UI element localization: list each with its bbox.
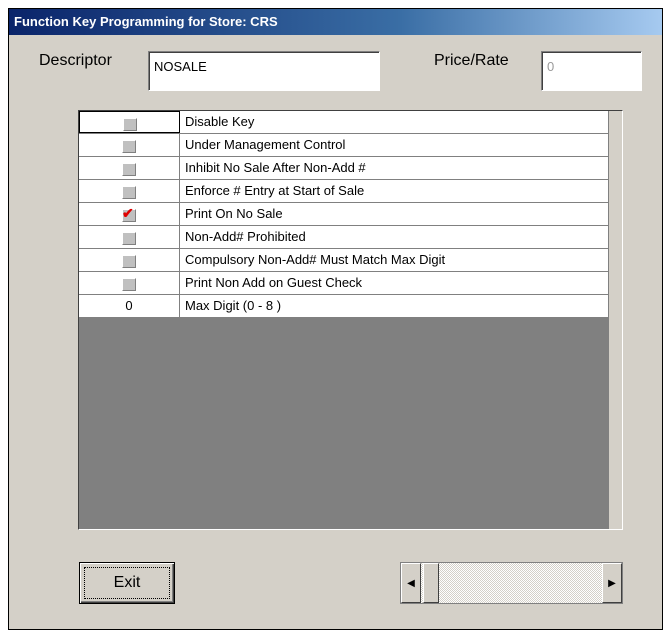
options-rows: Disable Key Under Management Control Inhib… xyxy=(79,111,609,318)
function-key-window: Function Key Programming for Store: CRS … xyxy=(8,8,663,630)
focus-rect xyxy=(84,567,170,599)
option-checkbox-cell[interactable] xyxy=(79,226,180,248)
option-label: Max Digit (0 - 8 ) xyxy=(185,298,282,313)
option-checkbox-cell[interactable]: ✔ xyxy=(79,203,180,225)
option-row: Under Management Control xyxy=(79,134,609,157)
option-checkbox-cell[interactable] xyxy=(79,111,180,133)
checkbox[interactable] xyxy=(122,186,136,199)
vertical-scrollbar[interactable] xyxy=(608,111,622,529)
checkbox[interactable]: ✔ xyxy=(122,205,136,222)
option-row: Disable Key xyxy=(79,111,609,134)
option-value-cell[interactable]: 0 xyxy=(79,295,180,317)
option-label: Non-Add# Prohibited xyxy=(185,229,306,244)
checkbox[interactable] xyxy=(122,232,136,245)
option-row: Non-Add# Prohibited xyxy=(79,226,609,249)
option-checkbox-cell[interactable] xyxy=(79,134,180,156)
option-label: Under Management Control xyxy=(185,137,346,152)
descriptor-label: Descriptor xyxy=(39,52,112,69)
option-checkbox-cell[interactable] xyxy=(79,272,180,294)
descriptor-input[interactable]: NOSALE xyxy=(148,51,380,91)
option-label: Enforce # Entry at Start of Sale xyxy=(185,183,365,198)
option-label: Disable Key xyxy=(185,114,255,129)
arrow-right-icon: ▶ xyxy=(608,578,616,589)
option-row: Compulsory Non-Add# Must Match Max Digit xyxy=(79,249,609,272)
window-title: Function Key Programming for Store: CRS xyxy=(14,14,278,29)
option-checkbox-cell[interactable] xyxy=(79,180,180,202)
scroll-thumb[interactable] xyxy=(423,563,439,603)
option-value: 0 xyxy=(125,298,133,313)
option-checkbox-cell[interactable] xyxy=(79,157,180,179)
option-row: Print Non Add on Guest Check xyxy=(79,272,609,295)
option-checkbox-cell[interactable] xyxy=(79,249,180,271)
option-row: Inhibit No Sale After Non-Add # xyxy=(79,157,609,180)
checkbox[interactable] xyxy=(122,163,136,176)
checkbox[interactable] xyxy=(122,140,136,153)
option-row: 0 Max Digit (0 - 8 ) xyxy=(79,295,609,318)
checkbox[interactable] xyxy=(122,255,136,268)
checkbox[interactable] xyxy=(122,278,136,291)
option-label: Inhibit No Sale After Non-Add # xyxy=(185,160,366,175)
price-rate-input[interactable]: 0 xyxy=(541,51,642,91)
price-rate-label: Price/Rate xyxy=(434,52,509,69)
checkbox[interactable] xyxy=(122,118,137,131)
scroll-right-button[interactable]: ▶ xyxy=(602,563,622,603)
option-label: Compulsory Non-Add# Must Match Max Digit xyxy=(185,252,446,267)
option-label: Print On No Sale xyxy=(185,206,283,221)
checkmark-icon: ✔ xyxy=(122,205,134,221)
title-bar: Function Key Programming for Store: CRS xyxy=(9,9,662,35)
option-row: Enforce # Entry at Start of Sale xyxy=(79,180,609,203)
options-grid: Disable Key Under Management Control Inhib… xyxy=(78,110,623,530)
arrow-left-icon: ◀ xyxy=(407,578,415,589)
option-row: ✔ Print On No Sale xyxy=(79,203,609,226)
horizontal-scrollbar[interactable]: ◀ ▶ xyxy=(400,562,623,604)
option-label: Print Non Add on Guest Check xyxy=(185,275,363,290)
exit-button[interactable]: Exit xyxy=(79,562,175,604)
scroll-left-button[interactable]: ◀ xyxy=(401,563,421,603)
